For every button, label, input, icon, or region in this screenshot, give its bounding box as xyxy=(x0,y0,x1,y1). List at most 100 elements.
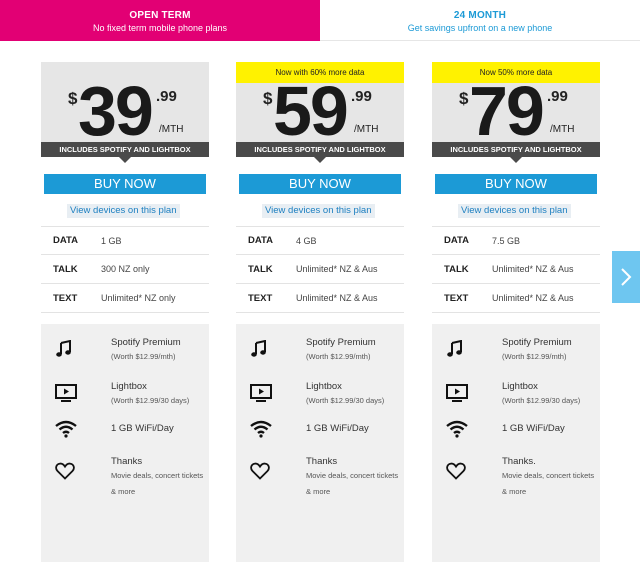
spec-row-talk: TALK Unlimited* NZ & Aus xyxy=(236,255,404,284)
view-devices-link[interactable]: View devices on this plan xyxy=(458,204,571,218)
price-period: /MTH xyxy=(550,124,575,135)
spec-row-data: DATA 7.5 GB xyxy=(432,226,600,255)
plan-extras: Spotify Premium (Worth $12.99/mth) Lightbo… xyxy=(41,324,209,562)
extra-item: Lightbox (Worth $12.99/30 days) xyxy=(502,380,598,409)
extra-note: Movie deals, concert tickets & more xyxy=(111,471,204,496)
spec-value: Unlimited* NZ & Aus xyxy=(296,264,378,274)
spec-row-data: DATA 1 GB xyxy=(41,226,209,255)
spec-label: TEXT xyxy=(444,292,469,304)
spec-label: DATA xyxy=(248,235,273,246)
spec-row-text: TEXT Unlimited* NZ & Aus xyxy=(432,284,600,313)
price-currency: $ xyxy=(68,89,78,108)
tab-title: 24 MONTH xyxy=(453,10,507,21)
plan-card-39: $ 39 .99 /MTH INCLUDES SPOTIFY AND LIGHT… xyxy=(41,62,209,562)
spec-value: Unlimited* NZ & Aus xyxy=(296,293,378,303)
price-cents: .99 xyxy=(156,88,177,105)
extra-item: Thanks Movie deals, concert tickets & mor… xyxy=(306,455,402,500)
plan-card-59: Now with 60% more data $ 59 .99 /MTH INC… xyxy=(236,62,404,562)
extra-item: Spotify Premium (Worth $12.99/mth) xyxy=(306,336,402,365)
extra-title: Lightbox xyxy=(111,381,147,392)
extra-title: Thanks. xyxy=(502,456,536,467)
spec-label: TALK xyxy=(53,263,78,275)
spec-label: TALK xyxy=(248,263,273,275)
wifi-icon xyxy=(446,420,468,442)
tab-subtitle: Get savings upfront on a new phone xyxy=(407,23,553,33)
price-cents: .99 xyxy=(351,88,372,105)
spec-row-talk: TALK 300 NZ only xyxy=(41,255,209,284)
includes-banner: INCLUDES SPOTIFY AND LIGHTBOX xyxy=(432,142,600,163)
extra-item: Thanks. Movie deals, concert tickets & mo… xyxy=(502,455,598,500)
extra-item: 1 GB WiFi/Day xyxy=(306,422,402,435)
extra-note: (Worth $12.99/mth) xyxy=(111,352,176,361)
plan-extras: Spotify Premium (Worth $12.99/mth) Lightbo… xyxy=(236,324,404,562)
heart-icon xyxy=(446,462,468,484)
price-dollars: 79 xyxy=(469,72,545,150)
wifi-icon xyxy=(250,420,272,442)
view-devices-link[interactable]: View devices on this plan xyxy=(67,204,180,218)
spec-label: TALK xyxy=(444,263,469,275)
extra-note: Movie deals, concert tickets & more xyxy=(502,471,595,496)
price-box: Now 50% more data $ 79 .99 /MTH INCLUDES… xyxy=(432,62,600,163)
plan-specs: DATA 4 GB TALK Unlimited* NZ & Aus TEXT Unlim… xyxy=(236,226,404,313)
extra-item: Spotify Premium (Worth $12.99/mth) xyxy=(111,336,207,365)
spec-row-text: TEXT Unlimited* NZ & Aus xyxy=(236,284,404,313)
extra-title: Lightbox xyxy=(306,381,342,392)
spec-value: 7.5 GB xyxy=(492,235,521,246)
price-box: Now with 60% more data $ 59 .99 /MTH INC… xyxy=(236,62,404,163)
extra-note: (Worth $12.99/mth) xyxy=(502,352,567,361)
tab-subtitle: No fixed term mobile phone plans xyxy=(92,23,228,33)
spec-value: Unlimited* NZ only xyxy=(101,293,176,303)
wifi-icon xyxy=(55,420,77,442)
extra-item: 1 GB WiFi/Day xyxy=(502,422,598,435)
extra-title: 1 GB WiFi/Day xyxy=(306,423,369,434)
spec-value: Unlimited* NZ & Aus xyxy=(492,264,574,274)
spec-value: Unlimited* NZ & Aus xyxy=(492,293,574,303)
extra-title: Spotify Premium xyxy=(306,337,376,348)
chevron-right-icon xyxy=(621,268,632,286)
plan-card-79: Now 50% more data $ 79 .99 /MTH INCLUDES… xyxy=(432,62,600,562)
buy-now-button[interactable]: BUY NOW xyxy=(435,174,597,194)
plan-specs: DATA 1 GB TALK 300 NZ only TEXT Unlimited* NZ… xyxy=(41,226,209,313)
spec-value: 300 NZ only xyxy=(101,264,150,274)
tv-icon xyxy=(446,384,468,406)
spec-row-text: TEXT Unlimited* NZ only xyxy=(41,284,209,313)
spec-label: DATA xyxy=(53,235,78,246)
plan-extras: Spotify Premium (Worth $12.99/mth) Lightbo… xyxy=(432,324,600,562)
price-dollars: 39 xyxy=(78,72,154,150)
extra-item: Lightbox (Worth $12.99/30 days) xyxy=(111,380,207,409)
extra-note: Movie deals, concert tickets & more xyxy=(306,471,399,496)
price-box: $ 39 .99 /MTH INCLUDES SPOTIFY AND LIGHT… xyxy=(41,62,209,163)
extra-title: Spotify Premium xyxy=(502,337,572,348)
music-note-icon xyxy=(55,339,77,362)
spec-label: TEXT xyxy=(248,292,273,304)
spec-value: 1 GB xyxy=(101,235,122,246)
price-cents: .99 xyxy=(547,88,568,105)
tab-24-month[interactable]: 24 MONTH Get savings upfront on a new ph… xyxy=(320,0,640,41)
extra-item: Thanks Movie deals, concert tickets & mor… xyxy=(111,455,207,500)
spec-row-data: DATA 4 GB xyxy=(236,226,404,255)
extra-title: 1 GB WiFi/Day xyxy=(502,423,565,434)
extra-note: (Worth $12.99/30 days) xyxy=(502,396,581,405)
price-dollars: 59 xyxy=(273,72,349,150)
buy-now-button[interactable]: BUY NOW xyxy=(239,174,401,194)
tv-icon xyxy=(250,384,272,406)
tab-open-term[interactable]: OPEN TERM No fixed term mobile phone pla… xyxy=(0,0,320,41)
heart-icon xyxy=(250,462,272,484)
spec-label: DATA xyxy=(444,235,469,246)
extra-item: Lightbox (Worth $12.99/30 days) xyxy=(306,380,402,409)
spec-label: TEXT xyxy=(53,292,78,304)
extra-note: (Worth $12.99/30 days) xyxy=(306,396,385,405)
price-currency: $ xyxy=(459,89,469,108)
includes-banner: INCLUDES SPOTIFY AND LIGHTBOX xyxy=(236,142,404,163)
plan-specs: DATA 7.5 GB TALK Unlimited* NZ & Aus TEXT Unl… xyxy=(432,226,600,313)
spec-row-talk: TALK Unlimited* NZ & Aus xyxy=(432,255,600,284)
price-period: /MTH xyxy=(159,124,184,135)
music-note-icon xyxy=(250,339,272,362)
buy-now-button[interactable]: BUY NOW xyxy=(44,174,206,194)
price-currency: $ xyxy=(263,89,273,108)
next-arrow-button[interactable] xyxy=(612,251,640,303)
music-note-icon xyxy=(446,339,468,362)
view-devices-link[interactable]: View devices on this plan xyxy=(262,204,375,218)
heart-icon xyxy=(55,462,77,484)
extra-item: Spotify Premium (Worth $12.99/mth) xyxy=(502,336,598,365)
